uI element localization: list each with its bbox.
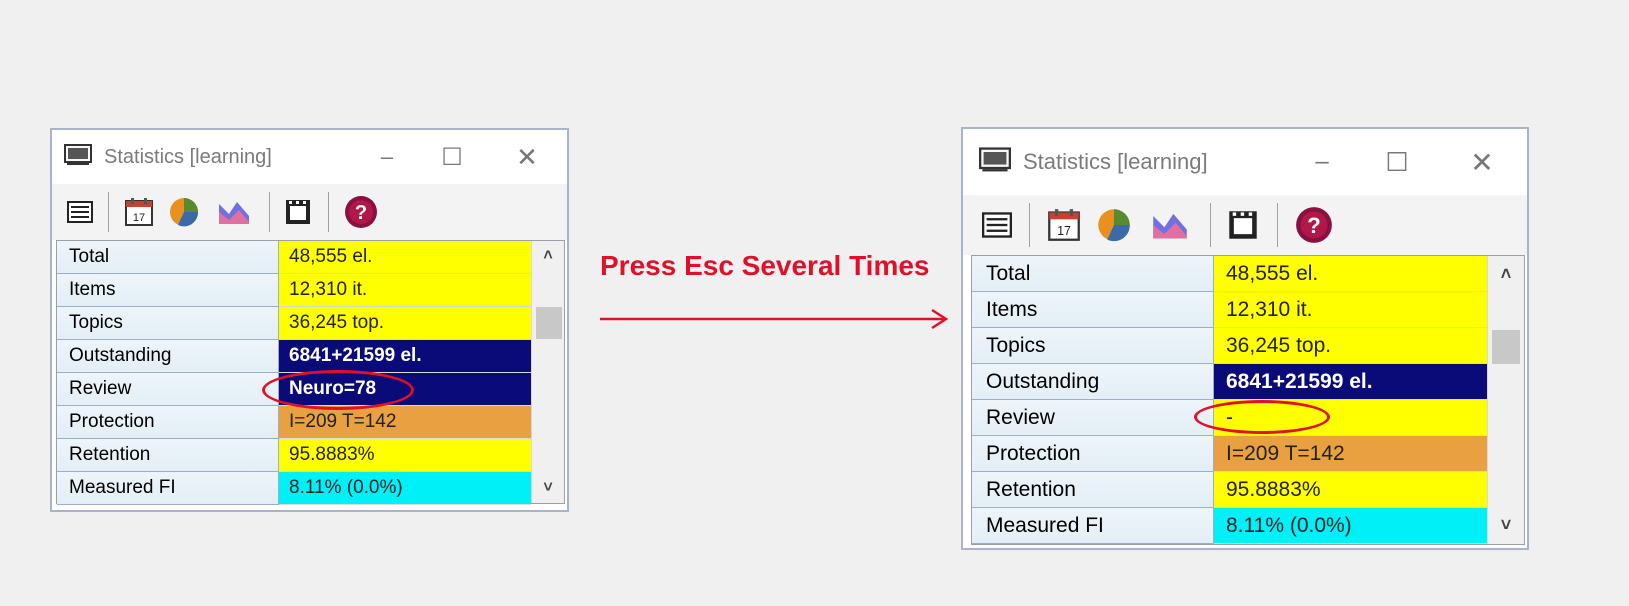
row-value-measured-fi: 8.11% (0.0%): [1214, 508, 1489, 544]
row-label-total: Total: [57, 241, 279, 274]
row-label-outstanding: Outstanding: [972, 364, 1214, 400]
row-value-outstanding: 6841+21599 el.: [1214, 364, 1489, 400]
table-row: Measured FI 8.11% (0.0%): [972, 508, 1489, 544]
row-value-topics: 36,245 top.: [1214, 328, 1489, 364]
row-label-measured-fi: Measured FI: [972, 508, 1214, 544]
graph-icon[interactable]: [209, 192, 259, 232]
vertical-scrollbar[interactable]: ˄ ˅: [1487, 256, 1524, 544]
table-row: Items 12,310 it.: [57, 274, 531, 307]
scroll-down-icon[interactable]: ˅: [532, 479, 564, 497]
statistics-window-after: Statistics [learning] – ☐ ✕ 17 ? Total 48…: [961, 127, 1529, 550]
list-icon[interactable]: [62, 192, 98, 232]
calendar-icon[interactable]: 17: [119, 192, 159, 232]
toolbar: 17 ?: [963, 195, 1527, 255]
row-label-topics: Topics: [972, 328, 1214, 364]
row-label-items: Items: [972, 292, 1214, 328]
scroll-thumb[interactable]: [536, 307, 562, 339]
table-row: Outstanding 6841+21599 el.: [57, 340, 531, 373]
row-label-retention: Retention: [972, 472, 1214, 508]
close-button[interactable]: ✕: [1437, 129, 1527, 195]
svg-text:?: ?: [355, 202, 367, 224]
minimize-button[interactable]: –: [1287, 129, 1357, 195]
row-value-measured-fi: 8.11% (0.0%): [279, 472, 531, 505]
row-value-protection: I=209 T=142: [279, 406, 531, 439]
row-label-measured-fi: Measured FI: [57, 472, 279, 505]
table-row: Protection I=209 T=142: [57, 406, 531, 439]
scroll-up-icon[interactable]: ˄: [532, 247, 564, 265]
row-label-protection: Protection: [972, 436, 1214, 472]
highlight-ellipse-after: [1194, 400, 1330, 434]
row-value-retention: 95.8883%: [279, 439, 531, 472]
row-value-protection: I=209 T=142: [1214, 436, 1489, 472]
row-label-items: Items: [57, 274, 279, 307]
pie-chart-icon[interactable]: [159, 192, 209, 232]
table-row: Topics 36,245 top.: [972, 328, 1489, 364]
title-bar: Statistics [learning] – ☐ ✕: [52, 130, 567, 184]
scroll-up-icon[interactable]: ˄: [1488, 264, 1524, 285]
row-value-topics: 36,245 top.: [279, 307, 531, 340]
maximize-button[interactable]: ☐: [417, 130, 487, 184]
vertical-scrollbar[interactable]: ˄ ˅: [531, 241, 564, 503]
row-label-outstanding: Outstanding: [57, 340, 279, 373]
svg-text:?: ?: [1307, 213, 1321, 238]
film-icon[interactable]: [280, 192, 316, 232]
row-value-total: 48,555 el.: [279, 241, 531, 274]
maximize-button[interactable]: ☐: [1357, 129, 1437, 195]
table-row: Measured FI 8.11% (0.0%): [57, 472, 531, 505]
help-icon[interactable]: ?: [1292, 203, 1336, 247]
table-row: Outstanding 6841+21599 el.: [972, 364, 1489, 400]
row-label-total: Total: [972, 256, 1214, 292]
table-row: Retention 95.8883%: [57, 439, 531, 472]
calendar-day: 17: [1057, 224, 1071, 238]
calendar-icon[interactable]: 17: [1042, 203, 1086, 247]
row-value-outstanding: 6841+21599 el.: [279, 340, 531, 373]
row-label-protection: Protection: [57, 406, 279, 439]
row-value-items: 12,310 it.: [1214, 292, 1489, 328]
help-icon[interactable]: ?: [341, 192, 381, 232]
minimize-button[interactable]: –: [357, 130, 417, 184]
pie-chart-icon[interactable]: [1086, 203, 1142, 247]
row-label-topics: Topics: [57, 307, 279, 340]
row-label-review: Review: [972, 400, 1214, 436]
arrow-right-icon: [600, 308, 949, 330]
toolbar: 17 ?: [52, 184, 567, 240]
calendar-day: 17: [133, 212, 145, 224]
app-icon: [979, 146, 1011, 178]
statistics-window-before: Statistics [learning] – ☐ ✕ 17 ? Total 48…: [50, 128, 569, 512]
table-row: Items 12,310 it.: [972, 292, 1489, 328]
row-label-review: Review: [57, 373, 279, 406]
row-value-retention: 95.8883%: [1214, 472, 1489, 508]
row-label-retention: Retention: [57, 439, 279, 472]
table-row: Total 48,555 el.: [57, 241, 531, 274]
scroll-thumb[interactable]: [1492, 330, 1520, 364]
window-title: Statistics [learning]: [1023, 149, 1208, 174]
film-icon[interactable]: [1223, 203, 1263, 247]
scroll-down-icon[interactable]: ˅: [1488, 515, 1524, 536]
table-row: Total 48,555 el.: [972, 256, 1489, 292]
row-value-items: 12,310 it.: [279, 274, 531, 307]
annotation-text: Press Esc Several Times: [600, 250, 930, 281]
app-icon: [64, 143, 92, 171]
highlight-ellipse-before: [262, 370, 414, 410]
title-bar: Statistics [learning] – ☐ ✕: [963, 129, 1527, 195]
table-row: Topics 36,245 top.: [57, 307, 531, 340]
row-value-total: 48,555 el.: [1214, 256, 1489, 292]
table-row: Protection I=209 T=142: [972, 436, 1489, 472]
close-button[interactable]: ✕: [487, 130, 567, 184]
table-row: Retention 95.8883%: [972, 472, 1489, 508]
list-icon[interactable]: [977, 203, 1017, 247]
window-title: Statistics [learning]: [104, 145, 272, 168]
graph-icon[interactable]: [1142, 203, 1198, 247]
